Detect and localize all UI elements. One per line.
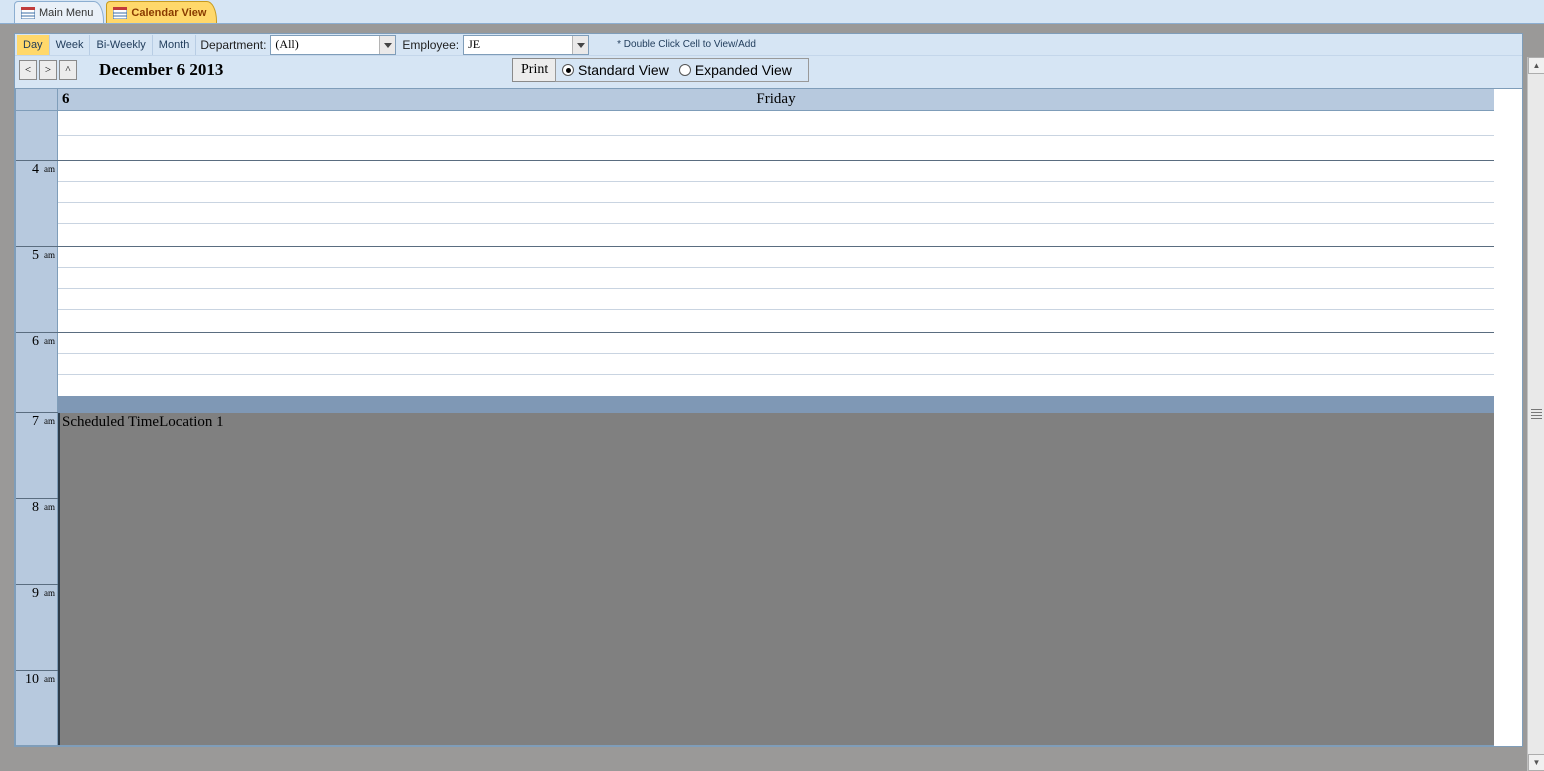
time-slot[interactable] [58, 289, 1494, 310]
view-week-button[interactable]: Week [50, 35, 91, 55]
hour-cell[interactable] [58, 247, 1494, 332]
day-column-header[interactable]: 6 Friday [58, 89, 1494, 110]
view-day-button[interactable]: Day [17, 35, 50, 55]
hour-ampm: am [44, 416, 55, 426]
day-number: 6 [62, 91, 70, 108]
time-slot[interactable] [58, 136, 1494, 161]
expanded-view-radio[interactable]: Expanded View [679, 62, 792, 78]
employee-value: JE [464, 37, 572, 52]
appointment-block[interactable]: Scheduled TimeLocation 1 [58, 413, 1494, 745]
dropdown-icon[interactable] [572, 36, 588, 54]
time-slot[interactable] [58, 224, 1494, 245]
document-tabs: Main Menu Calendar View [0, 0, 1544, 24]
vertical-scrollbar[interactable]: ▲ ▼ [1527, 57, 1544, 771]
hour-label: 8 am [16, 499, 58, 584]
hour-number: 7 [32, 414, 39, 430]
grid-body: 4 am 5 am 6 am 7 am 8 am 9 am 10 am Scheduled TimeLoca… [16, 111, 1494, 745]
hour-label: 6 am [16, 333, 58, 412]
tab-calendar-view[interactable]: Calendar View [106, 1, 217, 23]
tab-main-menu[interactable]: Main Menu [14, 1, 104, 23]
employee-combo[interactable]: JE [463, 35, 589, 55]
view-month-button[interactable]: Month [153, 35, 197, 55]
workspace: Day Week Bi-Weekly Month Department: (Al… [0, 24, 1544, 747]
hour-label: 7 am [16, 413, 58, 498]
view-toolbar: Day Week Bi-Weekly Month Department: (Al… [15, 34, 1522, 56]
tab-label: Main Menu [39, 7, 93, 19]
department-combo[interactable]: (All) [270, 35, 396, 55]
hour-cell[interactable] [58, 161, 1494, 246]
print-button[interactable]: Print [512, 58, 557, 82]
hour-number: 6 [32, 334, 39, 350]
hour-ampm: am [44, 336, 55, 346]
hour-label: 10 am [16, 671, 58, 745]
hour-ampm: am [44, 588, 55, 598]
view-mode-group: Standard View Expanded View [555, 58, 809, 82]
calendar-grid: 6 Friday 4 am 5 am 6 am 7 am 8 am 9 am 10 am Scheduled… [15, 88, 1495, 746]
employee-label: Employee: [402, 38, 459, 52]
time-slot[interactable] [58, 182, 1494, 203]
scroll-up-icon[interactable]: ▲ [1528, 57, 1544, 74]
hint-text: * Double Click Cell to View/Add [617, 39, 756, 50]
form-icon [113, 7, 127, 19]
radio-icon [562, 64, 574, 76]
next-button[interactable]: > [39, 60, 57, 80]
hour-cell[interactable] [58, 333, 1494, 412]
hour-label: 9 am [16, 585, 58, 670]
inner-blank-column [1494, 88, 1522, 746]
day-header: 6 Friday [16, 89, 1494, 111]
hour-label: 5 am [16, 247, 58, 332]
hour-ampm: am [44, 674, 55, 684]
hour-row [16, 111, 1494, 161]
radio-icon [679, 64, 691, 76]
prev-button[interactable]: < [19, 60, 37, 80]
time-slot[interactable] [58, 310, 1494, 331]
dropdown-icon[interactable] [379, 36, 395, 54]
date-title: December 6 2013 [99, 60, 223, 80]
hour-label: 4 am [16, 161, 58, 246]
department-label: Department: [200, 38, 266, 52]
time-slot[interactable] [58, 247, 1494, 268]
time-divider-band [58, 396, 1494, 413]
appointment-label: Scheduled TimeLocation 1 [60, 413, 1494, 432]
time-slot[interactable] [58, 161, 1494, 182]
hour-number: 10 [25, 672, 39, 688]
time-slot[interactable] [58, 111, 1494, 136]
scroll-down-icon[interactable]: ▼ [1528, 754, 1544, 771]
day-name: Friday [756, 91, 795, 108]
hour-row: 6 am [16, 333, 1494, 413]
up-button[interactable]: ^ [59, 60, 77, 80]
standard-view-radio[interactable]: Standard View [562, 62, 669, 78]
radio-label: Expanded View [695, 62, 792, 78]
view-biweekly-button[interactable]: Bi-Weekly [90, 35, 152, 55]
hour-ampm: am [44, 250, 55, 260]
hour-number: 5 [32, 248, 39, 264]
hour-row: 4 am [16, 161, 1494, 247]
nav-row: < > ^ December 6 2013 Print Standard Vie… [15, 56, 1522, 84]
time-slot[interactable] [58, 268, 1494, 289]
time-gutter-header [16, 89, 58, 110]
hour-number: 4 [32, 162, 39, 178]
department-value: (All) [271, 37, 379, 52]
hour-number: 8 [32, 500, 39, 516]
form-icon [21, 7, 35, 19]
time-slot[interactable] [58, 203, 1494, 224]
radio-label: Standard View [578, 62, 669, 78]
hour-label [16, 111, 58, 160]
calendar-panel: Day Week Bi-Weekly Month Department: (Al… [14, 33, 1523, 747]
hour-number: 9 [32, 586, 39, 602]
hour-ampm: am [44, 502, 55, 512]
hour-row: 5 am [16, 247, 1494, 333]
hour-ampm: am [44, 164, 55, 174]
hour-cell[interactable] [58, 111, 1494, 160]
scroll-grip-icon[interactable] [1531, 409, 1542, 419]
tab-label: Calendar View [131, 7, 206, 19]
